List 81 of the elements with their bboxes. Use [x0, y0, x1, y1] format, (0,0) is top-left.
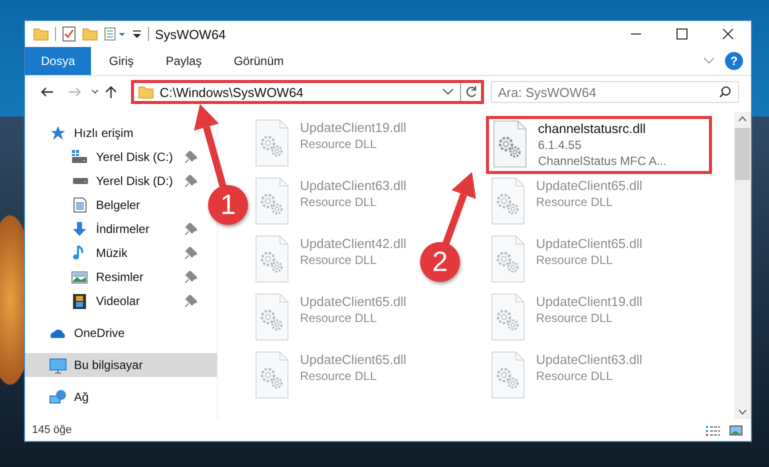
file-name: UpdateClient65.dll [536, 236, 642, 251]
dll-file-icon [490, 235, 526, 283]
file-detail: 6.1.4.55 [538, 138, 582, 152]
scrollbar-thumb[interactable] [735, 128, 750, 180]
large-icons-view-icon[interactable] [729, 424, 743, 436]
sidebar-item[interactable]: Belgeler [25, 193, 203, 217]
dll-file-icon [490, 351, 526, 399]
file-detail: Resource DLL [300, 253, 378, 267]
file-detail: Resource DLL [536, 253, 614, 267]
file-detail: ChannelStatus MFC A... [538, 154, 667, 168]
system-drive-icon [71, 148, 89, 166]
close-icon [721, 28, 735, 40]
file-detail: Resource DLL [536, 369, 614, 383]
search-field[interactable]: Ara: SysWOW64 [491, 81, 740, 103]
dll-file-icon [490, 177, 526, 225]
dll-file-icon [254, 235, 290, 283]
sidebar-item[interactable]: OneDrive [25, 321, 131, 345]
ribbon-tab[interactable]: Dosya [25, 47, 92, 75]
file-detail: Resource DLL [300, 369, 378, 383]
refresh-icon [465, 86, 478, 98]
customize-toolbar-icon[interactable] [132, 28, 142, 40]
file-detail: Resource DLL [536, 195, 614, 209]
file-detail: Resource DLL [300, 195, 378, 209]
recent-locations-icon[interactable] [90, 89, 99, 95]
file-detail: Resource DLL [300, 311, 378, 325]
chevron-down-icon[interactable] [703, 57, 715, 65]
scroll-up-icon[interactable] [738, 116, 747, 122]
folder-icon [138, 85, 154, 99]
file-detail: Resource DLL [536, 311, 614, 325]
file-name: UpdateClient65.dll [536, 178, 642, 193]
help-button[interactable]: ? [725, 52, 743, 70]
forward-icon [68, 86, 82, 98]
file-name: UpdateClient42.dll [300, 236, 406, 251]
scroll-down-icon[interactable] [738, 409, 747, 415]
dll-file-icon [254, 351, 290, 399]
search-icon [719, 86, 732, 98]
scrollbar[interactable] [734, 112, 751, 419]
file-item[interactable]: channelstatusrc.dll 6.1.4.55 ChannelStatus MFC A... [486, 116, 712, 174]
network-icon [49, 388, 67, 406]
address-field[interactable]: C:\Windows\SysWOW64 [130, 80, 484, 104]
file-name: UpdateClient19.dll [300, 120, 406, 135]
item-count: 145 öğe [32, 424, 72, 436]
file-name: UpdateClient65.dll [300, 294, 406, 309]
downloads-icon [71, 220, 89, 238]
ribbon-tab[interactable]: Giriş [95, 47, 148, 75]
dll-file-icon [254, 119, 290, 167]
dll-file-icon [254, 293, 290, 341]
file-name: UpdateClient63.dll [536, 352, 642, 367]
sidebar-item[interactable]: Hızlı erişim [25, 121, 140, 145]
file-name: UpdateClient19.dll [536, 294, 642, 309]
sidebar-item[interactable]: Resimler [25, 265, 203, 289]
properties-icon[interactable] [62, 26, 76, 42]
computer-icon [49, 356, 67, 374]
sidebar-item[interactable]: Videolar [25, 289, 203, 313]
sidebar-item[interactable]: Yerel Disk (D:) [25, 169, 203, 193]
file-detail: Resource DLL [300, 137, 378, 151]
ribbon-tab[interactable]: Görünüm [220, 47, 298, 75]
sidebar-item[interactable]: Ağ [25, 385, 95, 409]
dll-file-icon [492, 120, 528, 168]
sidebar-item[interactable]: İndirmeler [25, 217, 203, 241]
dll-file-icon [490, 293, 526, 341]
dropdown-chevron-icon[interactable] [442, 88, 454, 96]
sidebar-item[interactable]: Müzik [25, 241, 203, 265]
ribbon-tab[interactable]: Paylaş [152, 47, 216, 75]
window-title: SysWOW64 [155, 26, 226, 42]
file-name: UpdateClient65.dll [300, 352, 406, 367]
maximize-icon [675, 28, 689, 40]
up-icon [104, 86, 118, 98]
drive-icon [72, 178, 88, 184]
file-name: channelstatusrc.dll [538, 121, 647, 136]
file-name: UpdateClient63.dll [300, 178, 406, 193]
sidebar-item[interactable]: Yerel Disk (C:) [25, 145, 203, 169]
quick-access-icon [49, 124, 67, 142]
back-icon [40, 86, 54, 98]
dll-file-icon [254, 177, 290, 225]
videos-icon [71, 292, 89, 310]
documents-icon [71, 196, 89, 214]
pictures-icon [71, 268, 89, 286]
view-options-icon[interactable] [104, 27, 126, 41]
sidebar-item[interactable]: Bu bilgisayar [25, 353, 217, 377]
details-view-icon[interactable] [705, 424, 721, 436]
